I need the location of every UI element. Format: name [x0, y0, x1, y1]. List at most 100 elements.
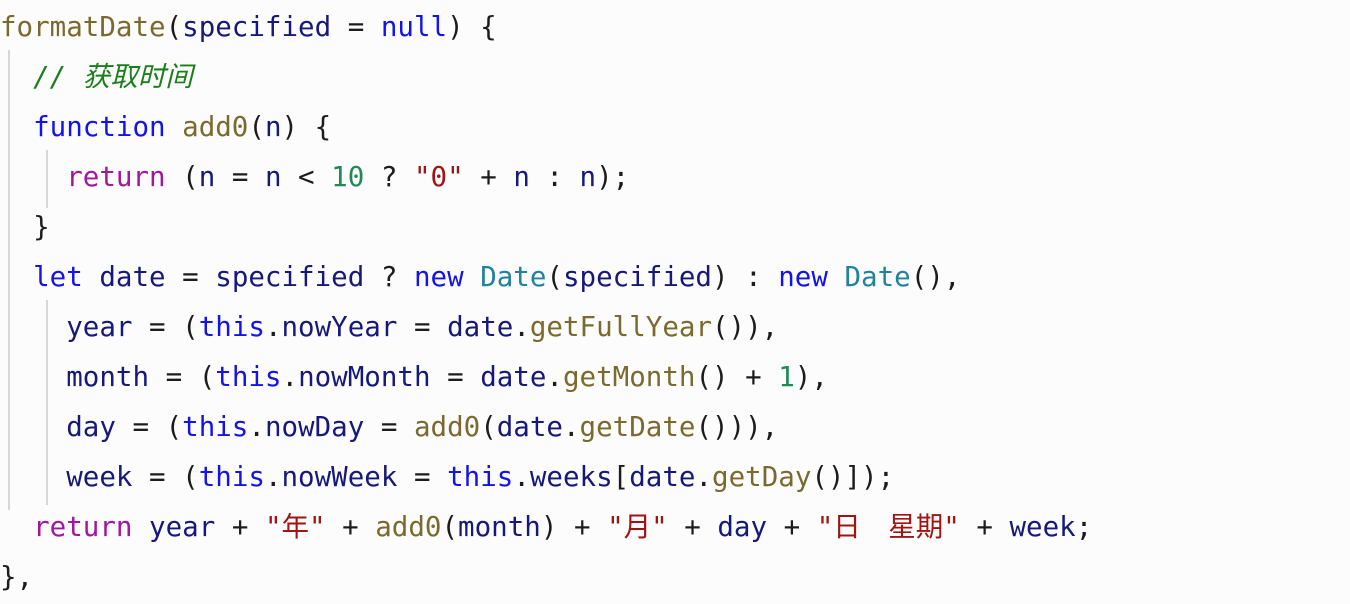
- token-dot: .: [513, 461, 530, 493]
- token-operator: +: [667, 511, 718, 543]
- token-operator: =: [397, 311, 448, 343]
- token-null-keyword: null: [380, 11, 448, 43]
- token-paren-open: (: [165, 11, 183, 43]
- token-line-end: ()),: [712, 311, 779, 343]
- token-operator: () +: [695, 361, 779, 393]
- token-variable-year: year: [66, 311, 133, 343]
- token-string-month: "月": [607, 511, 668, 543]
- token-return-keyword: return: [33, 511, 133, 543]
- token-new-keyword: new: [413, 261, 464, 293]
- token-property-weeks: weeks: [529, 461, 613, 493]
- token-variable-date: date: [99, 261, 166, 293]
- token-equals: =: [331, 11, 381, 43]
- token-variable: n: [198, 161, 216, 193]
- token-operator: = (: [149, 361, 216, 393]
- code-line-12[interactable]: },: [0, 552, 1350, 602]
- code-line-4[interactable]: return (n = n < 10 ? "0" + n : n);: [0, 152, 1350, 202]
- token-let-keyword: let: [33, 261, 83, 293]
- token-operator: +: [215, 511, 265, 543]
- token-variable-week: week: [1009, 511, 1076, 543]
- token-variable: n: [513, 161, 530, 193]
- token-operator: =: [165, 261, 216, 293]
- token-variable-day: day: [66, 411, 116, 443]
- token-method-getdate: getDate: [579, 411, 696, 443]
- token-paren-open: (: [480, 411, 497, 443]
- token-operator: +: [557, 511, 608, 543]
- token-function-add0: add0: [375, 511, 442, 543]
- token-function-name: add0: [182, 111, 249, 143]
- code-line-11[interactable]: return year + "年" + add0(month) + "月" + …: [0, 502, 1350, 552]
- token-this-keyword: this: [198, 461, 265, 493]
- token-method-getfullyear: getFullYear: [529, 311, 712, 343]
- code-lines: formatDate(specified = null) { // 获取时间 f…: [0, 0, 1350, 602]
- token-variable: n: [579, 161, 597, 193]
- token-function-name: formatDate: [0, 11, 166, 43]
- token-dot: .: [695, 461, 713, 493]
- token-line-end: );: [596, 161, 630, 193]
- token-this-keyword: this: [215, 361, 282, 393]
- code-line-7[interactable]: year = (this.nowYear = date.getFullYear(…: [0, 302, 1350, 352]
- token-operator: +: [325, 511, 376, 543]
- token-string-day-week: "日 星期": [816, 511, 960, 543]
- token-string-year: "年": [264, 511, 326, 543]
- code-line-2[interactable]: // 获取时间: [0, 52, 1350, 102]
- token-variable-year: year: [149, 511, 216, 543]
- code-line-9[interactable]: day = (this.nowDay = add0(date.getDate()…: [0, 402, 1350, 452]
- token-return-keyword: return: [66, 161, 166, 193]
- token-this-keyword: this: [447, 461, 514, 493]
- token-operator: = (: [115, 411, 183, 443]
- token-brace-open: {: [298, 111, 332, 143]
- code-line-6[interactable]: let date = specified ? new Date(specifie…: [0, 252, 1350, 302]
- token-operator: +: [767, 511, 817, 543]
- token-variable-month: month: [458, 511, 541, 543]
- token-dot: .: [264, 461, 282, 493]
- token-paren-open: (: [441, 511, 459, 543]
- token-variable-day: day: [717, 511, 768, 543]
- token-new-keyword: new: [778, 261, 828, 293]
- token-this-keyword: this: [198, 311, 265, 343]
- token-function-add0: add0: [413, 411, 481, 443]
- token-variable-date: date: [447, 311, 514, 343]
- token-this-keyword: this: [182, 411, 249, 443]
- token-variable: n: [264, 161, 282, 193]
- token-dot: .: [546, 361, 563, 393]
- token-brace-open: {: [463, 11, 497, 43]
- token-method-getmonth: getMonth: [562, 361, 696, 393]
- token-dot: .: [264, 311, 282, 343]
- token-bracket-open: [: [612, 461, 630, 493]
- token-operator: = (: [132, 311, 199, 343]
- token-dot: .: [248, 411, 265, 443]
- token-operator: =: [215, 161, 265, 193]
- token-punct: (: [165, 161, 199, 193]
- token-dot: .: [562, 411, 580, 443]
- token-paren-open: (: [248, 111, 265, 143]
- token-variable-specified: specified: [562, 261, 712, 293]
- token-method-getday: getDay: [712, 461, 812, 493]
- token-string: "0": [413, 161, 464, 193]
- code-line-3[interactable]: function add0(n) {: [0, 102, 1350, 152]
- token-number: 10: [331, 161, 365, 193]
- token-operator: <: [281, 161, 332, 193]
- code-line-5[interactable]: }: [0, 202, 1350, 252]
- token-property-nowday: nowDay: [264, 411, 365, 443]
- token-operator: :: [728, 261, 779, 293]
- token-function-keyword: function: [33, 111, 166, 143]
- code-line-8[interactable]: month = (this.nowMonth = date.getMonth()…: [0, 352, 1350, 402]
- token-operator: +: [959, 511, 1010, 543]
- token-line-end: (),: [910, 261, 961, 293]
- code-line-10[interactable]: week = (this.nowWeek = this.weeks[date.g…: [0, 452, 1350, 502]
- token-operator: +: [463, 161, 514, 193]
- code-line-1[interactable]: formatDate(specified = null) {: [0, 2, 1350, 52]
